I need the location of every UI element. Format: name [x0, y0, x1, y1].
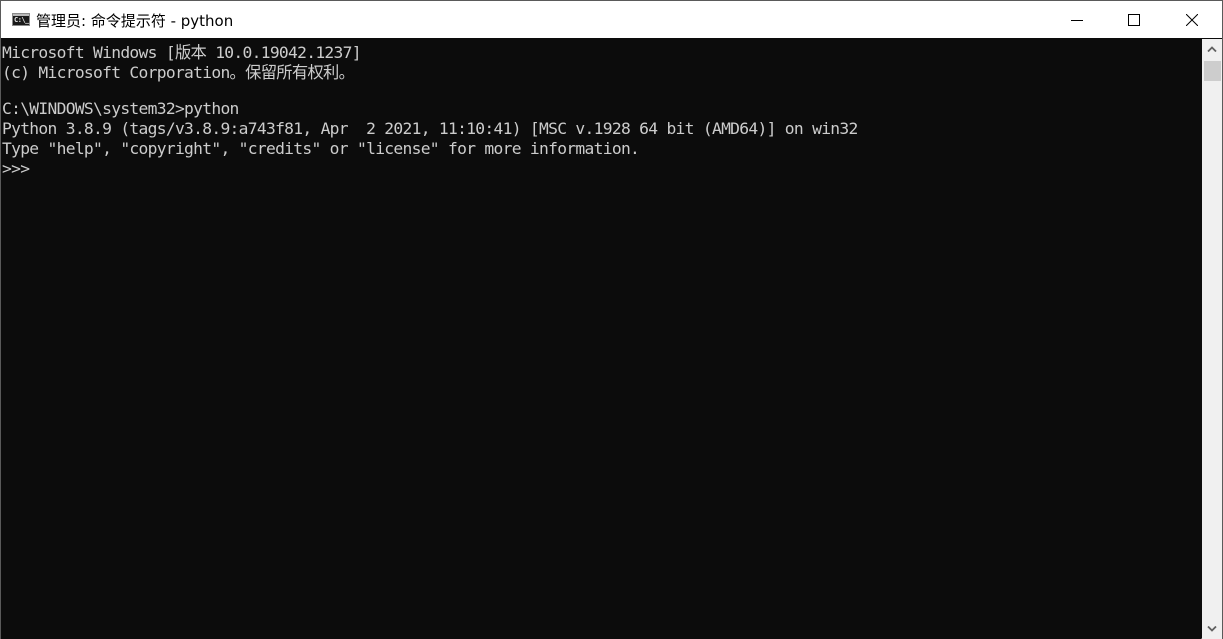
window-title: 管理员: 命令提示符 - python: [36, 12, 234, 30]
minimize-icon: [1071, 19, 1083, 21]
console-line: Type "help", "copyright", "credits" or "…: [2, 139, 640, 158]
scroll-up-button[interactable]: [1202, 39, 1222, 59]
console-line: (c) Microsoft Corporation。保留所有权利。: [2, 63, 355, 82]
scroll-down-button[interactable]: [1202, 619, 1222, 639]
title-bar[interactable]: C:\_ 管理员: 命令提示符 - python: [1, 1, 1222, 38]
console-prompt-line[interactable]: >>>: [1, 159, 1201, 179]
maximize-icon: [1128, 13, 1140, 26]
console-icon[interactable]: C:\_: [12, 13, 30, 26]
console-line: Python 3.8.9 (tags/v3.8.9:a743f81, Apr 2…: [2, 119, 858, 138]
console-icon-glyph: C:\_: [14, 16, 29, 24]
vertical-scrollbar[interactable]: [1202, 39, 1222, 639]
maximize-button[interactable]: [1105, 1, 1163, 38]
console-line: C:\WINDOWS\system32>python: [2, 99, 239, 118]
close-icon: [1186, 13, 1198, 26]
command-prompt-window: C:\_ 管理员: 命令提示符 - python Microsoft Windo…: [0, 0, 1223, 639]
minimize-button[interactable]: [1048, 1, 1106, 38]
chevron-down-icon: [1207, 626, 1217, 632]
chevron-up-icon: [1207, 46, 1217, 52]
console-line: Microsoft Windows [版本 10.0.19042.1237]: [2, 43, 362, 62]
console-output[interactable]: Microsoft Windows [版本 10.0.19042.1237] (…: [1, 39, 1201, 639]
scroll-thumb[interactable]: [1204, 61, 1221, 81]
close-button[interactable]: [1163, 1, 1221, 38]
